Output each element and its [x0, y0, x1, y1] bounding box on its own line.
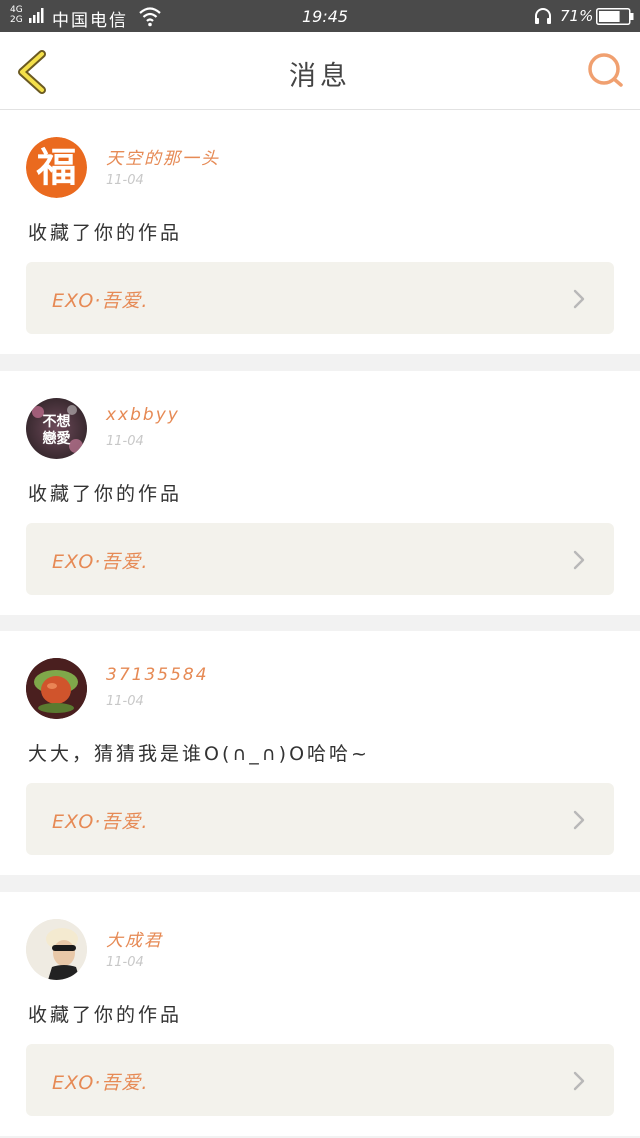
work-link[interactable]: EXO·吾爱. [26, 262, 614, 334]
network-type: 4G 2G [10, 5, 23, 25]
message-card: 37135584 11-04 大大，猜猜我是谁O(∩_∩)O哈哈~ EXO·吾爱… [0, 631, 640, 875]
work-title: EXO·吾爱. [52, 551, 149, 573]
username[interactable]: xxbbyy [106, 405, 180, 425]
work-title: EXO·吾爱. [52, 811, 149, 833]
message-text: 收藏了你的作品 [28, 222, 183, 244]
username[interactable]: 大成君 [106, 926, 163, 951]
svg-text:戀愛: 戀愛 [43, 430, 71, 447]
work-link[interactable]: EXO·吾爱. [26, 783, 614, 855]
message-text: 收藏了你的作品 [28, 1004, 183, 1026]
chevron-right-icon [573, 289, 585, 309]
message-card: 福 天空的那一头 11-04 收藏了你的作品 EXO·吾爱. [0, 110, 640, 354]
signal-bars-icon [29, 8, 44, 23]
clock: 19:45 [302, 7, 349, 26]
avatar-photo-icon [26, 919, 87, 980]
wifi-icon [139, 7, 161, 27]
message-date: 11-04 [106, 694, 144, 709]
svg-text:不想: 不想 [43, 413, 71, 430]
navigation-bar: 消息 [0, 32, 640, 110]
avatar[interactable]: 福 [26, 137, 87, 198]
avatar-photo-icon: 不想 戀愛 [32, 405, 83, 453]
message-date: 11-04 [106, 434, 144, 449]
fu-seal-icon: 福 [26, 137, 87, 198]
status-bar: 4G 2G 中国电信 19:45 71% [0, 0, 640, 32]
carrier-name: 中国电信 [52, 11, 128, 31]
svg-text:福: 福 [36, 144, 77, 191]
avatar[interactable] [26, 919, 87, 980]
chevron-right-icon [573, 550, 585, 570]
avatar-photo-icon [26, 658, 87, 719]
work-title: EXO·吾爱. [52, 290, 149, 312]
avatar[interactable]: 不想 戀愛 [26, 398, 87, 459]
message-card: 大成君 11-04 收藏了你的作品 EXO·吾爱. [0, 892, 640, 1136]
headset-icon [535, 8, 551, 24]
message-text: 收藏了你的作品 [28, 483, 183, 505]
page-title: 消息 [289, 61, 351, 92]
chevron-right-icon [573, 1071, 585, 1091]
message-date: 11-04 [106, 173, 144, 188]
work-link[interactable]: EXO·吾爱. [26, 523, 614, 595]
username[interactable]: 37135584 [106, 665, 209, 685]
battery-icon [596, 8, 634, 25]
chevron-right-icon [573, 810, 585, 830]
username[interactable]: 天空的那一头 [106, 144, 220, 169]
work-link[interactable]: EXO·吾爱. [26, 1044, 614, 1116]
message-text: 大大，猜猜我是谁O(∩_∩)O哈哈~ [28, 743, 370, 765]
battery-percent: 71% [560, 7, 594, 25]
search-icon[interactable] [585, 50, 625, 90]
message-date: 11-04 [106, 955, 144, 970]
work-title: EXO·吾爱. [52, 1072, 149, 1094]
message-card: 不想 戀愛 xxbbyy 11-04 收藏了你的作品 EXO·吾爱. [0, 371, 640, 615]
avatar[interactable] [26, 658, 87, 719]
